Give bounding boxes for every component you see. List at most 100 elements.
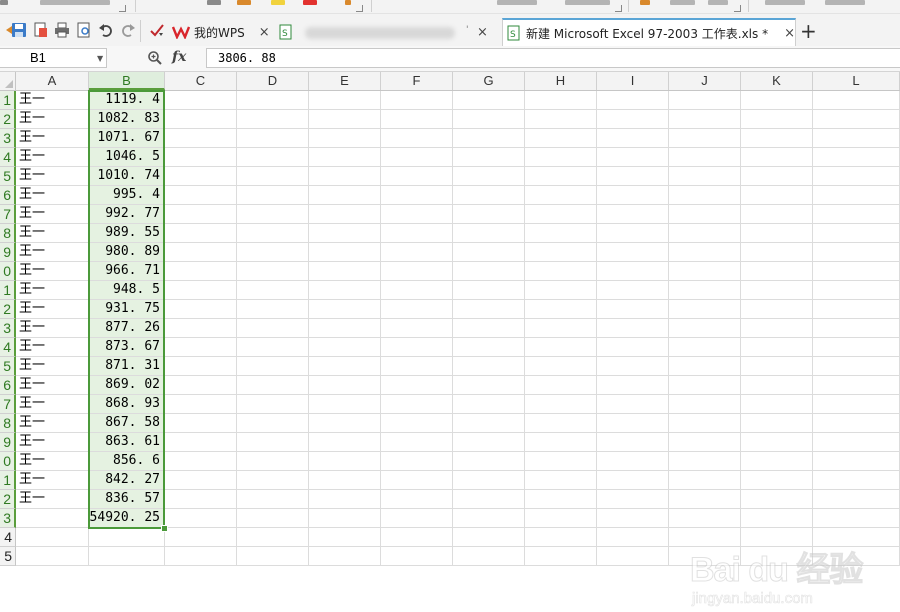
- new-tab-button[interactable]: +: [800, 20, 817, 42]
- cell-a[interactable]: 王一: [16, 452, 89, 471]
- preview-icon[interactable]: [75, 21, 93, 39]
- cell-empty[interactable]: [381, 414, 453, 433]
- cell-empty[interactable]: [741, 148, 813, 167]
- cell-empty[interactable]: [525, 528, 597, 547]
- tab-excel-workbook[interactable]: S 新建 Microsoft Excel 97-2003 工作表.xls * ×: [502, 18, 796, 46]
- cell-empty[interactable]: [597, 452, 669, 471]
- cell-empty[interactable]: [741, 91, 813, 110]
- cell-empty[interactable]: [597, 338, 669, 357]
- cell-empty[interactable]: [597, 262, 669, 281]
- cell-empty[interactable]: [525, 91, 597, 110]
- cell-a[interactable]: [16, 509, 89, 528]
- row-header[interactable]: 5: [0, 357, 16, 376]
- row-header[interactable]: 2: [0, 490, 16, 509]
- cell-empty[interactable]: [813, 395, 900, 414]
- row-header[interactable]: 0: [0, 262, 16, 281]
- cell-empty[interactable]: [597, 186, 669, 205]
- cell-b[interactable]: 877. 26: [89, 319, 165, 338]
- cell-empty[interactable]: [741, 433, 813, 452]
- cell-empty[interactable]: [453, 110, 525, 129]
- cell-empty[interactable]: [381, 281, 453, 300]
- cell-empty[interactable]: [669, 433, 741, 452]
- cell-empty[interactable]: [165, 490, 237, 509]
- column-header-f[interactable]: F: [381, 72, 453, 90]
- cell-empty[interactable]: [597, 528, 669, 547]
- cell-empty[interactable]: [453, 414, 525, 433]
- undo-icon[interactable]: [97, 21, 115, 39]
- cell-empty[interactable]: [309, 414, 381, 433]
- cell-empty[interactable]: [165, 129, 237, 148]
- cell-empty[interactable]: [165, 509, 237, 528]
- cell-empty[interactable]: [669, 205, 741, 224]
- cell-empty[interactable]: [381, 243, 453, 262]
- cell-empty[interactable]: [669, 490, 741, 509]
- cell-empty[interactable]: [597, 300, 669, 319]
- cell-empty[interactable]: [525, 262, 597, 281]
- cell-empty[interactable]: [525, 319, 597, 338]
- cell-empty[interactable]: [669, 300, 741, 319]
- tab-blurred[interactable]: S ' ×: [277, 18, 502, 46]
- cell-empty[interactable]: [237, 319, 309, 338]
- cell-empty[interactable]: [669, 395, 741, 414]
- cell-b[interactable]: 868. 93: [89, 395, 165, 414]
- cell-empty[interactable]: [453, 262, 525, 281]
- cell-empty[interactable]: [381, 262, 453, 281]
- cell-empty[interactable]: [381, 319, 453, 338]
- cell-empty[interactable]: [669, 357, 741, 376]
- cell-empty[interactable]: [237, 300, 309, 319]
- cell-empty[interactable]: [813, 509, 900, 528]
- cell-empty[interactable]: [165, 414, 237, 433]
- cell-a[interactable]: [16, 528, 89, 547]
- cell-b[interactable]: 873. 67: [89, 338, 165, 357]
- cell-empty[interactable]: [381, 91, 453, 110]
- cell-empty[interactable]: [669, 452, 741, 471]
- cell-empty[interactable]: [237, 452, 309, 471]
- cell-empty[interactable]: [381, 205, 453, 224]
- cell-b[interactable]: 1071. 67: [89, 129, 165, 148]
- cell-empty[interactable]: [669, 414, 741, 433]
- cell-empty[interactable]: [381, 338, 453, 357]
- customize-toolbar-icon[interactable]: [148, 21, 166, 39]
- row-header[interactable]: 3: [0, 509, 16, 528]
- cell-empty[interactable]: [525, 547, 597, 566]
- cell-empty[interactable]: [309, 528, 381, 547]
- cell-empty[interactable]: [309, 471, 381, 490]
- name-box[interactable]: B1: [0, 48, 107, 68]
- cell-b[interactable]: 842. 27: [89, 471, 165, 490]
- cell-empty[interactable]: [669, 319, 741, 338]
- row-header[interactable]: 4: [0, 148, 16, 167]
- row-header[interactable]: 3: [0, 319, 16, 338]
- cell-empty[interactable]: [453, 376, 525, 395]
- cell-empty[interactable]: [525, 148, 597, 167]
- cell-empty[interactable]: [669, 262, 741, 281]
- cell-empty[interactable]: [381, 528, 453, 547]
- cell-a[interactable]: [16, 547, 89, 566]
- row-header[interactable]: 3: [0, 129, 16, 148]
- cell-empty[interactable]: [237, 471, 309, 490]
- close-tab-icon[interactable]: ×: [259, 25, 270, 40]
- cell-empty[interactable]: [813, 452, 900, 471]
- row-header[interactable]: 1: [0, 281, 16, 300]
- cell-empty[interactable]: [381, 186, 453, 205]
- cell-empty[interactable]: [813, 338, 900, 357]
- cell-empty[interactable]: [309, 205, 381, 224]
- row-header[interactable]: 9: [0, 433, 16, 452]
- cell-empty[interactable]: [237, 129, 309, 148]
- cell-empty[interactable]: [741, 281, 813, 300]
- cell-b[interactable]: 869. 02: [89, 376, 165, 395]
- cell-empty[interactable]: [741, 414, 813, 433]
- cell-b[interactable]: 931. 75: [89, 300, 165, 319]
- row-header[interactable]: 4: [0, 338, 16, 357]
- cell-empty[interactable]: [597, 91, 669, 110]
- cell-empty[interactable]: [453, 338, 525, 357]
- cell-empty[interactable]: [237, 262, 309, 281]
- cell-b[interactable]: 856. 6: [89, 452, 165, 471]
- cell-empty[interactable]: [381, 376, 453, 395]
- cell-b[interactable]: 1010. 74: [89, 167, 165, 186]
- cell-empty[interactable]: [237, 148, 309, 167]
- cell-a[interactable]: 王一: [16, 395, 89, 414]
- cell-empty[interactable]: [453, 205, 525, 224]
- cell-empty[interactable]: [741, 490, 813, 509]
- cell-empty[interactable]: [813, 129, 900, 148]
- cell-empty[interactable]: [597, 357, 669, 376]
